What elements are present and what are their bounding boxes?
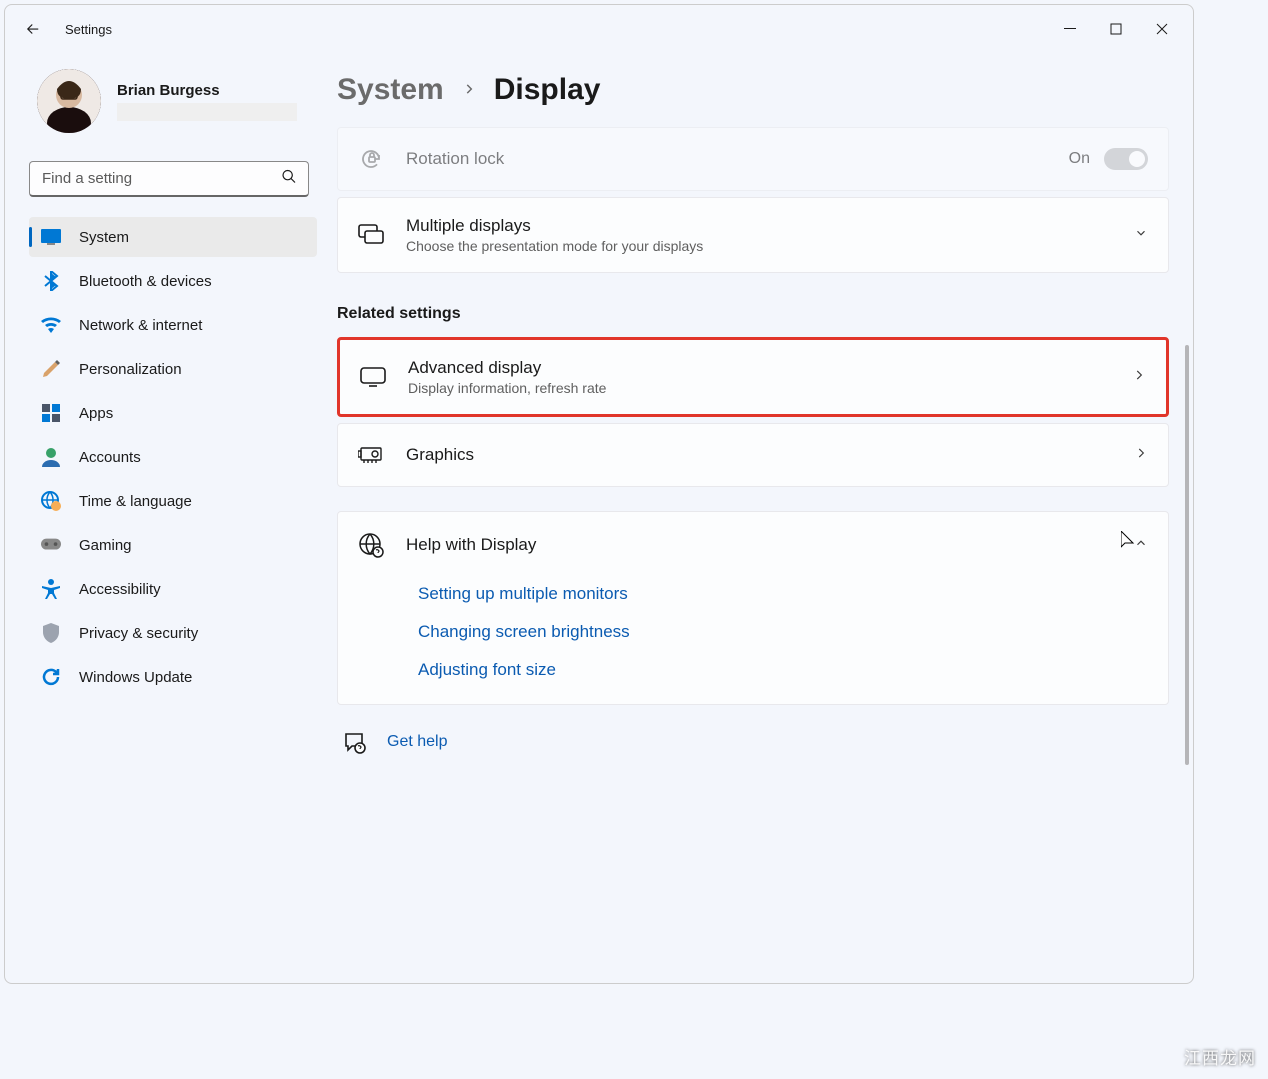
help-link-brightness[interactable]: Changing screen brightness xyxy=(418,622,1148,642)
sidebar-item-privacy[interactable]: Privacy & security xyxy=(29,613,317,653)
help-link-font-size[interactable]: Adjusting font size xyxy=(418,660,1148,680)
minimize-button[interactable] xyxy=(1047,13,1093,45)
system-icon xyxy=(41,227,61,247)
sidebar-item-bluetooth[interactable]: Bluetooth & devices xyxy=(29,261,317,301)
get-help-row[interactable]: Get help xyxy=(337,729,1169,755)
update-icon xyxy=(41,667,61,687)
sidebar-item-gaming[interactable]: Gaming xyxy=(29,525,317,565)
back-arrow-icon xyxy=(24,20,42,38)
help-links: Setting up multiple monitors Changing sc… xyxy=(338,578,1168,704)
advanced-display-card[interactable]: Advanced display Display information, re… xyxy=(337,337,1169,417)
search-icon xyxy=(281,169,297,190)
sidebar-item-accounts[interactable]: Accounts xyxy=(29,437,317,477)
sidebar-item-network[interactable]: Network & internet xyxy=(29,305,317,345)
card-title: Help with Display xyxy=(406,535,1112,555)
sidebar-item-label: Accessibility xyxy=(79,581,161,598)
person-icon xyxy=(41,447,61,467)
breadcrumb: System Display xyxy=(337,73,1169,107)
graphics-icon xyxy=(358,442,384,468)
chevron-right-icon xyxy=(462,79,476,102)
sidebar-item-label: Privacy & security xyxy=(79,625,198,642)
watermark: 江西龙网 xyxy=(1184,1044,1256,1069)
card-subtitle: Display information, refresh rate xyxy=(408,380,1110,396)
breadcrumb-parent[interactable]: System xyxy=(337,73,444,107)
chevron-right-icon xyxy=(1134,446,1148,465)
sidebar-item-label: System xyxy=(79,229,129,246)
apps-icon xyxy=(41,403,61,423)
rotation-lock-icon xyxy=(358,146,384,172)
sidebar-item-accessibility[interactable]: Accessibility xyxy=(29,569,317,609)
chevron-right-icon xyxy=(1132,368,1146,387)
multiple-displays-card[interactable]: Multiple displays Choose the presentatio… xyxy=(337,197,1169,273)
sidebar-item-time-language[interactable]: Time & language xyxy=(29,481,317,521)
card-subtitle: Choose the presentation mode for your di… xyxy=(406,238,1112,254)
brush-icon xyxy=(41,359,61,379)
profile-name: Brian Burgess xyxy=(117,82,297,99)
bluetooth-icon xyxy=(41,271,61,291)
rotation-lock-card: Rotation lock On xyxy=(337,127,1169,191)
get-help-link[interactable]: Get help xyxy=(387,733,447,751)
sidebar-item-system[interactable]: System xyxy=(29,217,317,257)
sidebar-item-label: Gaming xyxy=(79,537,132,554)
sidebar: Brian Burgess System Bluetooth & devices xyxy=(5,53,321,983)
sidebar-item-label: Time & language xyxy=(79,493,192,510)
profile[interactable]: Brian Burgess xyxy=(37,69,317,133)
multiple-displays-icon xyxy=(358,222,384,248)
sidebar-item-label: Network & internet xyxy=(79,317,202,334)
graphics-card[interactable]: Graphics xyxy=(337,423,1169,487)
close-icon xyxy=(1156,23,1168,35)
card-title: Multiple displays xyxy=(406,216,1112,236)
sidebar-item-personalization[interactable]: Personalization xyxy=(29,349,317,389)
search-box[interactable] xyxy=(29,161,309,197)
app-title: Settings xyxy=(65,22,112,37)
globe-clock-icon xyxy=(41,491,61,511)
chevron-up-icon xyxy=(1134,536,1148,555)
minimize-icon xyxy=(1064,23,1076,35)
rotation-lock-toggle[interactable] xyxy=(1104,148,1148,170)
help-link-multiple-monitors[interactable]: Setting up multiple monitors xyxy=(418,584,1148,604)
sidebar-item-windows-update[interactable]: Windows Update xyxy=(29,657,317,697)
settings-window: Settings Brian Burgess xyxy=(4,4,1194,984)
maximize-icon xyxy=(1110,23,1122,35)
sidebar-item-label: Apps xyxy=(79,405,113,422)
close-button[interactable] xyxy=(1139,13,1185,45)
window-controls xyxy=(1047,13,1185,45)
card-title: Advanced display xyxy=(408,358,1110,378)
sidebar-item-label: Windows Update xyxy=(79,669,192,686)
help-card: Help with Display Setting up multiple mo… xyxy=(337,511,1169,705)
related-settings-heading: Related settings xyxy=(337,305,1169,323)
sidebar-item-apps[interactable]: Apps xyxy=(29,393,317,433)
card-title: Rotation lock xyxy=(406,149,1047,169)
card-title: Graphics xyxy=(406,445,1112,465)
search-input[interactable] xyxy=(29,161,309,197)
toggle-state-label: On xyxy=(1069,150,1090,168)
wifi-icon xyxy=(41,315,61,335)
sidebar-item-label: Personalization xyxy=(79,361,182,378)
chevron-down-icon xyxy=(1134,226,1148,245)
scrollbar[interactable] xyxy=(1183,65,1191,765)
sidebar-item-label: Accounts xyxy=(79,449,141,466)
help-card-header[interactable]: Help with Display xyxy=(338,512,1168,578)
gamepad-icon xyxy=(41,535,61,555)
main-content: System Display Rotation lock On xyxy=(321,53,1193,983)
avatar xyxy=(37,69,101,133)
shield-icon xyxy=(41,623,61,643)
scrollbar-thumb[interactable] xyxy=(1185,345,1189,765)
chat-help-icon xyxy=(341,729,367,755)
display-icon xyxy=(360,364,386,390)
sidebar-item-label: Bluetooth & devices xyxy=(79,273,212,290)
breadcrumb-current: Display xyxy=(494,73,601,107)
titlebar: Settings xyxy=(5,5,1193,53)
profile-email-redacted xyxy=(117,103,297,121)
maximize-button[interactable] xyxy=(1093,13,1139,45)
back-button[interactable] xyxy=(13,9,53,49)
globe-help-icon xyxy=(358,532,384,558)
nav: System Bluetooth & devices Network & int… xyxy=(29,217,317,697)
accessibility-icon xyxy=(41,579,61,599)
